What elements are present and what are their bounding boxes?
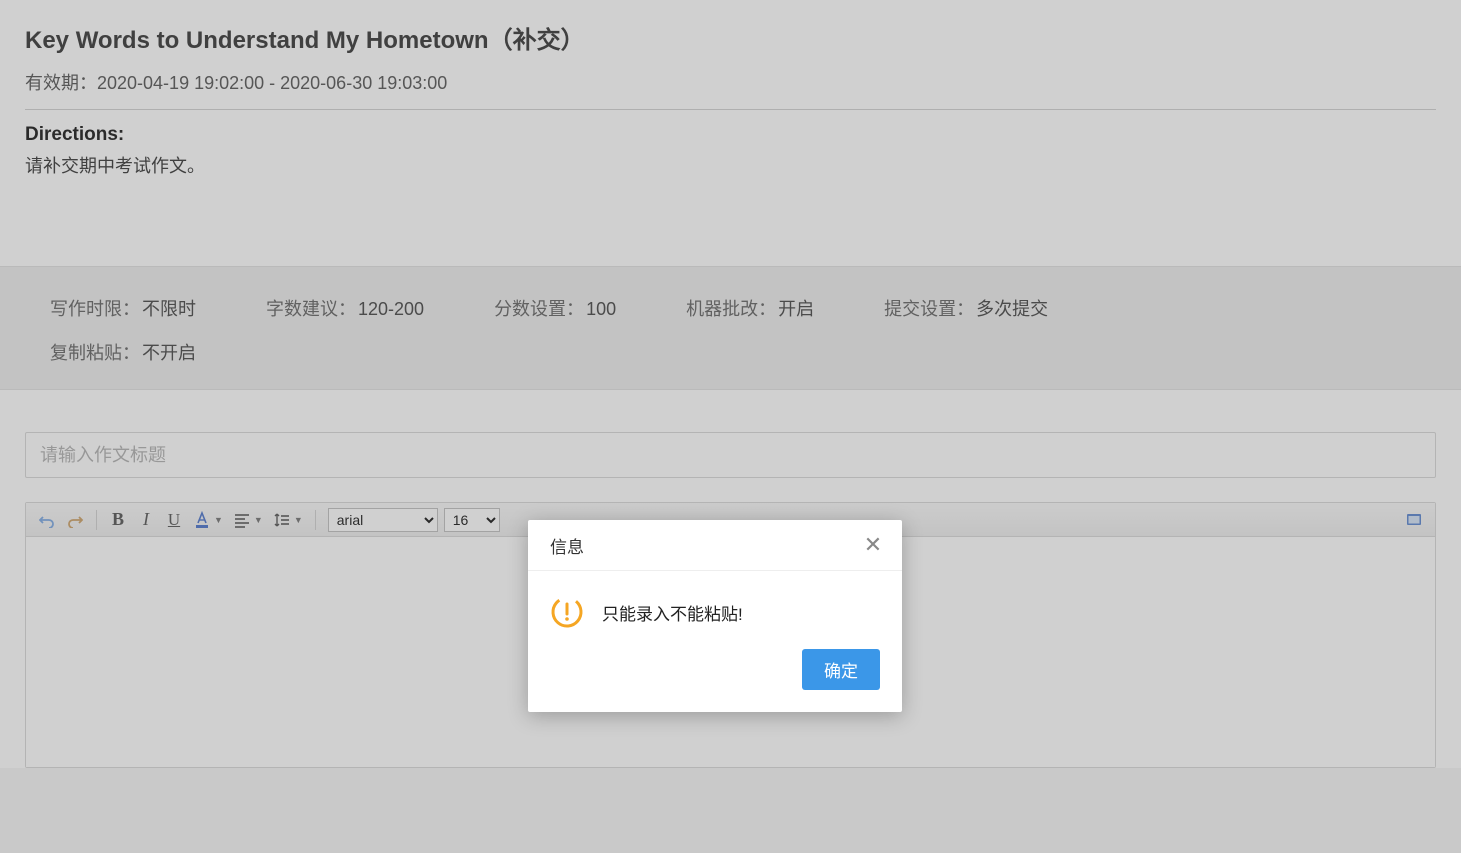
ok-button[interactable]: 确定 (802, 649, 880, 690)
close-icon[interactable]: ✕ (860, 532, 886, 558)
modal-overlay: 信息 ✕ 只能录入不能粘贴! 确定 (0, 0, 1461, 853)
warning-icon (550, 595, 584, 629)
modal-body: 只能录入不能粘贴! (528, 571, 902, 639)
modal-footer: 确定 (528, 639, 902, 712)
modal-title: 信息 (550, 533, 584, 558)
modal-message: 只能录入不能粘贴! (602, 600, 743, 625)
modal-header: 信息 ✕ (528, 520, 902, 571)
info-modal: 信息 ✕ 只能录入不能粘贴! 确定 (528, 520, 902, 712)
